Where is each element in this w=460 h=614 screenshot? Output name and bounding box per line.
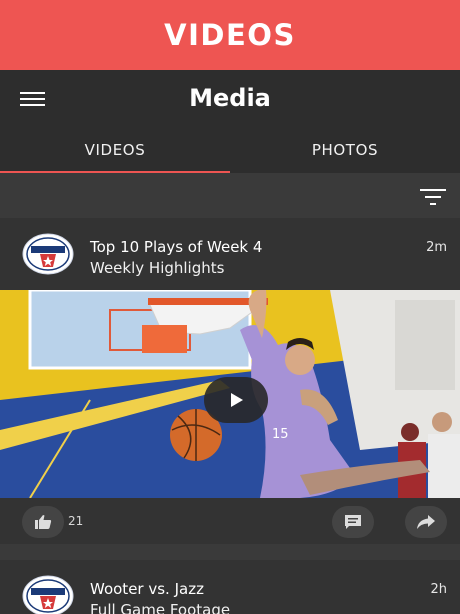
comment-button[interactable] bbox=[332, 506, 374, 538]
share-arrow-icon bbox=[417, 515, 435, 529]
post-header: Wooter vs. Jazz Full Game Footage 2h bbox=[0, 560, 460, 614]
post-header: Top 10 Plays of Week 4 Weekly Highlights… bbox=[0, 218, 460, 290]
dream-league-logo bbox=[22, 575, 74, 614]
thumbs-up-icon bbox=[35, 515, 52, 529]
svg-text:15: 15 bbox=[272, 427, 289, 442]
app-bar: Media bbox=[0, 70, 460, 126]
play-button[interactable] bbox=[204, 377, 268, 423]
banner-title: VIDEOS bbox=[164, 18, 296, 52]
like-button[interactable] bbox=[22, 506, 64, 538]
post-card: Wooter vs. Jazz Full Game Footage 2h bbox=[0, 560, 460, 614]
video-thumbnail[interactable]: 15 bbox=[0, 290, 460, 498]
post-subtitle: Weekly Highlights bbox=[90, 259, 225, 277]
hamburger-icon[interactable] bbox=[20, 92, 45, 106]
filter-bar bbox=[0, 173, 460, 218]
like-count: 21 bbox=[68, 514, 84, 528]
post-card: Top 10 Plays of Week 4 Weekly Highlights… bbox=[0, 218, 460, 544]
tab-videos[interactable]: VIDEOS bbox=[0, 126, 230, 173]
post-time: 2h bbox=[430, 582, 447, 597]
share-button[interactable] bbox=[405, 506, 447, 538]
tab-videos-label: VIDEOS bbox=[84, 140, 146, 159]
dream-league-logo bbox=[22, 233, 74, 275]
post-title[interactable]: Top 10 Plays of Week 4 bbox=[90, 238, 262, 256]
page-title: Media bbox=[189, 84, 271, 112]
post-time: 2m bbox=[426, 240, 447, 255]
post-actions: 21 bbox=[0, 498, 460, 544]
top-banner: VIDEOS bbox=[0, 0, 460, 70]
tab-bar: VIDEOS PHOTOS bbox=[0, 126, 460, 173]
play-icon bbox=[231, 393, 243, 407]
post-subtitle: Full Game Footage bbox=[90, 601, 231, 614]
tab-photos[interactable]: PHOTOS bbox=[230, 126, 460, 173]
filter-icon[interactable] bbox=[420, 188, 446, 206]
comment-icon bbox=[345, 515, 361, 529]
post-title[interactable]: Wooter vs. Jazz bbox=[90, 580, 204, 598]
tab-photos-label: PHOTOS bbox=[311, 140, 379, 159]
